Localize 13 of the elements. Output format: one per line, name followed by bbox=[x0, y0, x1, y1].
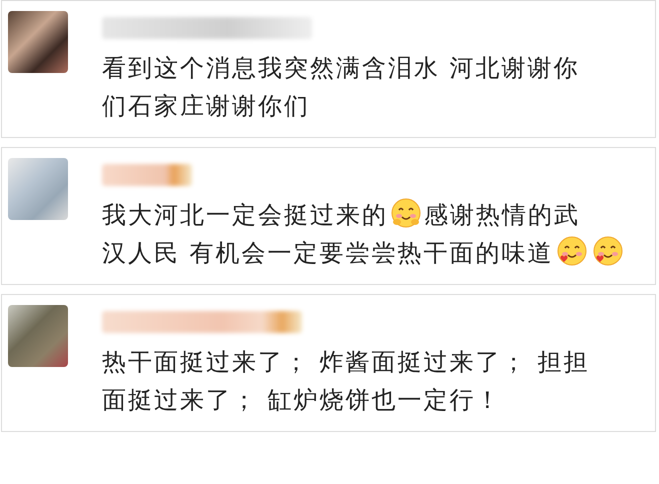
comment-text: 汉人民 有机会一定要尝尝热干面的味道 bbox=[102, 238, 554, 269]
avatar-placeholder bbox=[8, 158, 68, 220]
avatar-placeholder bbox=[8, 11, 68, 73]
heart-face-icon bbox=[556, 235, 588, 267]
comment-text: 感谢热情的武 bbox=[424, 200, 580, 231]
hugging-face-icon bbox=[390, 197, 422, 229]
comment-text: 们石家庄谢谢你们 bbox=[102, 91, 310, 122]
heart-face-icon bbox=[592, 235, 624, 267]
comment-text: 热干面挺过来了； 炸酱面挺过来了； 担担 bbox=[102, 347, 590, 378]
comment-text: 面挺过来了； 缸炉烧饼也一定行！ bbox=[102, 385, 502, 416]
comment-text: 我大河北一定会挺过来的 bbox=[102, 200, 388, 231]
avatar-placeholder bbox=[8, 305, 68, 367]
comment-text: 看到这个消息我突然满含泪水 河北谢谢你 bbox=[102, 53, 580, 84]
